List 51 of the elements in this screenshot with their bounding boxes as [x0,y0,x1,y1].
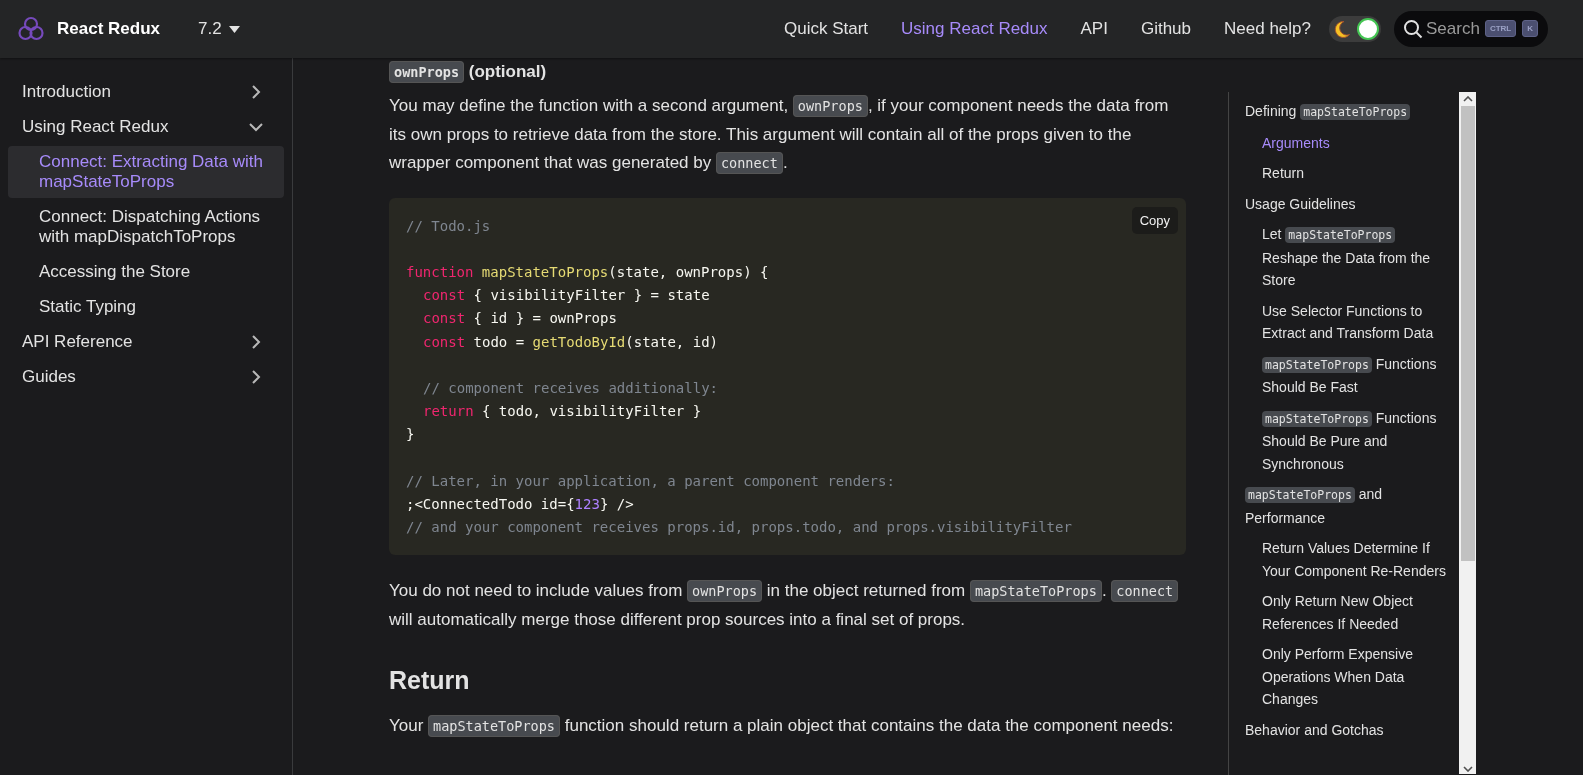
code-line: // Later, in your application, a parent component renders: [406,471,895,491]
sidebar-category[interactable]: API Reference [8,326,284,358]
paragraph: Your mapStateToProps function should return a plain object that contains the data the component needs: [389,714,1175,740]
paragraph: You do not need to include values from ownProps in the object returned from mapStateToProps . connect will automatically merge those different prop sources into a final set of props. [389,577,1186,635]
sidebar-item[interactable]: Connect: Dispatching Actions with mapDispatchToProps [8,201,284,253]
nav-link[interactable]: Quick Start [783,19,869,39]
toc-link[interactable]: Only Perform Expensive Operations When Data Changes [1262,643,1447,711]
version-dropdown[interactable]: 7.2 [192,18,246,40]
toc-link[interactable]: Let mapStateToProps Reshape the Data from the Store [1262,223,1447,292]
category-label: Using React Redux [22,117,169,137]
code-line: } [406,425,415,445]
toc-link[interactable]: Return [1262,162,1447,185]
keyboard-key: K [1522,20,1538,37]
code-line: // and your component receives props.id, props.todo, and props.visibilityFilter [406,518,1072,538]
code-line: const { visibilityFilter } = state [422,286,710,306]
category-label: Introduction [22,82,111,102]
copy-button[interactable]: Copy [1131,206,1178,234]
toc-link[interactable]: Usage Guidelines [1245,192,1447,215]
sidebar-category[interactable]: Introduction [8,76,284,108]
sidebar-item[interactable]: Static Typing [8,291,284,323]
nav-link[interactable]: Github [1140,19,1192,39]
toc-link[interactable]: Behavior and Gotchas [1245,718,1447,741]
toc-link[interactable]: mapStateToProps Functions Should Be Pure and Synchronous [1262,406,1447,475]
toc-link[interactable]: mapStateToProps Functions Should Be Fast [1262,352,1447,399]
nav-link[interactable]: Using React Redux [901,19,1048,39]
code-line: // component receives additionally: [422,378,718,398]
toc-link[interactable]: Return Values Determine If Your Component Re-Renders [1262,537,1447,582]
category-label: API Reference [22,332,133,352]
nav-link[interactable]: API [1080,19,1108,39]
sidebar-category[interactable]: Guides [8,361,284,393]
category-label: Guides [22,367,76,387]
site-title[interactable]: React Redux [57,19,160,39]
paragraph: You may define the function with a second argument, ownProps , if your component needs the data from its own props to retrieve data from the store. This argument will contain all of the props given to the wrapper component that was generated by connect . [389,94,1170,176]
sidebar-item[interactable]: Connect: Extracting Data with mapStateToProps [8,146,284,198]
toc-link[interactable]: mapStateToProps and Performance [1245,483,1447,529]
toc-link[interactable]: Defining mapStateToProps [1245,100,1447,124]
code-line: // Todo.js [406,216,491,236]
section-heading: Return [389,665,471,697]
nav-link[interactable]: Need help? [1224,19,1311,39]
toc-link[interactable]: Arguments [1262,131,1447,154]
sidebar-item[interactable]: Accessing the Store [8,256,284,288]
code-line: ;<ConnectedTodo id={123} /> [406,494,634,514]
code-line: const todo = getTodoById(state, id) [422,332,718,352]
code-line: const { id } = ownProps [422,309,617,329]
keyboard-key: CTRL [1484,20,1517,37]
sidebar-category[interactable]: Using React Redux [8,111,284,143]
toc-link[interactable]: Only Return New Object References If Needed [1262,590,1447,635]
code-line: return { todo, visibilityFilter } [422,402,702,422]
toc-link[interactable]: Use Selector Functions to Extract and Transform Data [1262,299,1447,345]
code-line: function mapStateToProps(state, ownProps) { [406,262,769,282]
section-heading: ownProps (optional) [389,60,1186,84]
